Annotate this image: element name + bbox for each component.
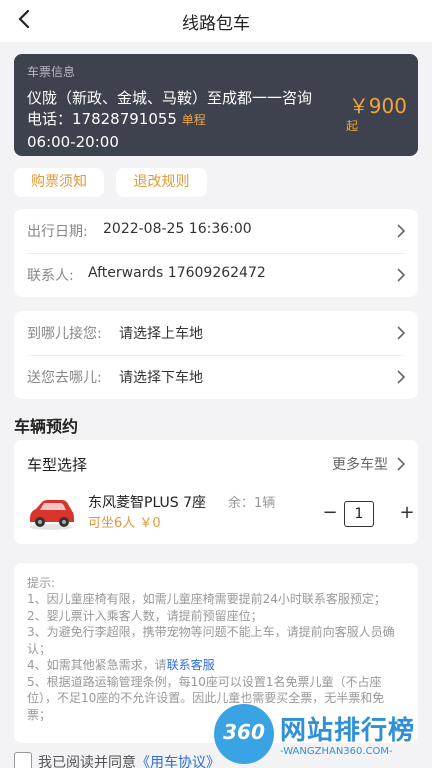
notes-title: 提示: [27, 576, 56, 590]
dropoff-value: 请选择下车地 [119, 370, 203, 386]
ticket-info-label: 车票信息 [27, 65, 76, 79]
seats-price: 可坐6人 ￥0 [88, 516, 161, 531]
car-name: 东风菱智PLUS 7座 [88, 495, 207, 511]
route-description: 仪陇（新政、金城、马鞍）至成都一一咨询 电话：17828791055 单程 [27, 88, 367, 131]
chevron-right-icon [397, 224, 406, 238]
date-value: 2022-08-25 16:36:00 [103, 221, 252, 237]
increase-button[interactable]: + [397, 502, 417, 526]
agreement-link[interactable]: 《用车协议》 [136, 755, 220, 768]
vehicle-section-title: 车辆预约 [14, 417, 79, 436]
route-phone-line: 电话：17828791055 单程 [27, 109, 367, 131]
note-item: 2、婴儿票计入乘客人数，请提前预留座位； [27, 608, 263, 623]
decrease-button[interactable]: − [320, 502, 340, 526]
pickup-label: 到哪儿接您: [27, 326, 102, 342]
note-text: 4、如需其他紧急需求，请 [27, 658, 167, 672]
service-time: 06:00-20:00 [27, 133, 119, 151]
route-line: 仪陇（新政、金城、马鞍）至成都一一咨询 [27, 89, 313, 107]
remaining-count: 余：1辆 [228, 496, 276, 511]
note-item: 3、为避免行李超限，携带宠物等问题不能上车，请提前向客服人员确认； [27, 625, 395, 656]
vehicle-type-label: 车型选择 [27, 456, 88, 474]
agreement-checkbox[interactable] [14, 752, 32, 768]
ticket-info-card: 车票信息 仪陇（新政、金城、马鞍）至成都一一咨询 电话：17828791055 … [14, 54, 418, 156]
quantity-input[interactable]: 1 [344, 501, 374, 527]
chevron-right-icon [397, 370, 406, 384]
note-item: 1、因儿童座椅有限，如需儿童座椅需要提前24小时联系客服预定； [27, 592, 386, 606]
watermark-url: -WANGZHAN360.COM- [280, 746, 393, 757]
contact-label: 联系人: [27, 268, 74, 284]
pickup-row[interactable]: 到哪儿接您: 请选择上车地 [14, 311, 418, 355]
vehicle-card: 车型选择 更多车型 东风菱智PLUS 7座 余：1辆 可坐6人 ￥0 − 1 + [14, 440, 418, 544]
chevron-right-icon [397, 268, 406, 282]
dropoff-label: 送您去哪儿: [27, 370, 102, 386]
watermark-brand: 网站排行榜 [280, 716, 416, 746]
date-row[interactable]: 出行日期: 2022-08-25 16:36:00 [14, 209, 418, 253]
pickup-value: 请选择上车地 [119, 326, 203, 342]
chevron-right-icon[interactable] [396, 457, 406, 471]
contact-service-link[interactable]: 联系客服 [167, 658, 215, 672]
ticket-price: ￥900 [348, 94, 407, 118]
watermark-badge-text: 360 [223, 720, 265, 744]
location-card: 到哪儿接您: 请选择上车地 送您去哪儿: 请选择下车地 [14, 311, 418, 399]
nav-header: 线路包车 [0, 0, 432, 42]
refund-rules-button[interactable]: 退改规则 [116, 168, 207, 197]
contact-row[interactable]: 联系人: Afterwards 17609262472 [14, 253, 418, 297]
more-types-link[interactable]: 更多车型 [332, 454, 388, 474]
route-phone: 电话：17828791055 [27, 110, 177, 128]
agreement-prefix: 我已阅读并同意 [38, 755, 136, 768]
agreement-text: 我已阅读并同意《用车协议》 [38, 752, 220, 768]
price-unit: 起 [345, 119, 358, 133]
date-label: 出行日期: [27, 224, 88, 240]
contact-value: Afterwards 17609262472 [88, 265, 266, 281]
trip-info-card: 出行日期: 2022-08-25 16:36:00 联系人: Afterward… [14, 209, 418, 297]
chevron-right-icon [397, 326, 406, 340]
purchase-notes-button[interactable]: 购票须知 [14, 168, 104, 197]
note-item: 4、如需其他紧急需求，请联系客服 [27, 657, 407, 674]
trip-type-badge: 单程 [181, 113, 206, 127]
dropoff-row[interactable]: 送您去哪儿: 请选择下车地 [14, 355, 418, 399]
page-title: 线路包车 [182, 14, 250, 34]
watermark-logo: 360 网站排行榜 -WANGZHAN360.COM- [214, 700, 432, 768]
red-car-icon [29, 500, 74, 530]
